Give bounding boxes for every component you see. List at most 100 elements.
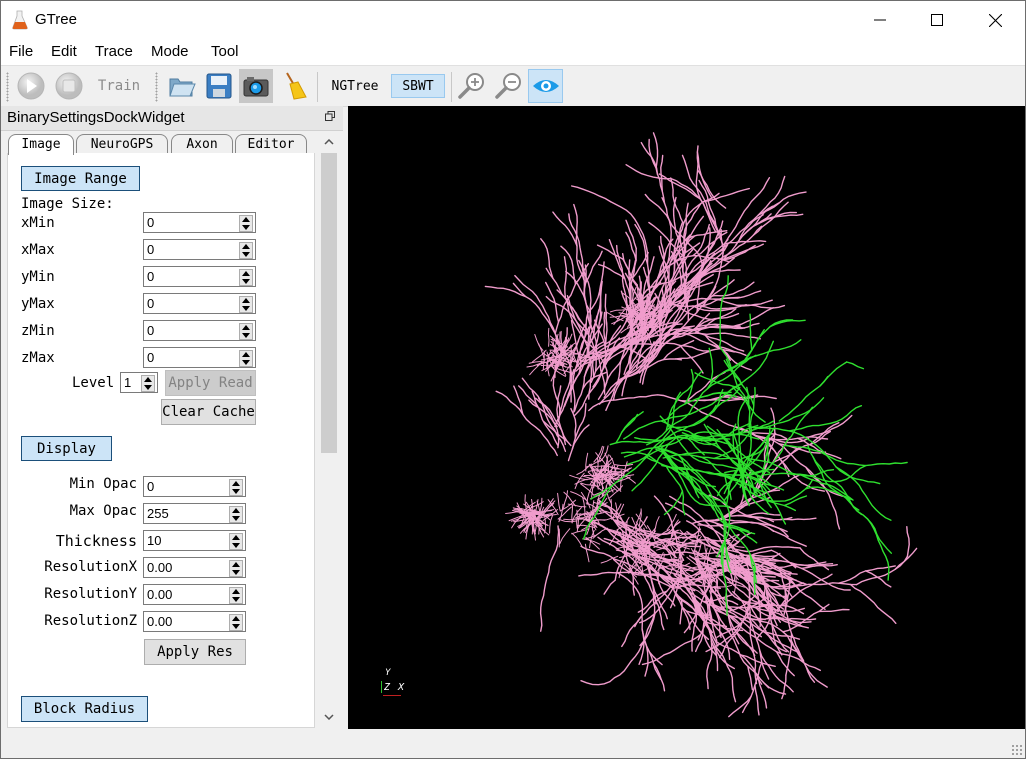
level-label: Level xyxy=(72,375,115,391)
spin-arrows-icon[interactable] xyxy=(239,215,253,232)
xmin-spinbox[interactable]: 0 xyxy=(143,212,256,233)
trace-branch xyxy=(677,297,773,307)
spin-arrows-icon[interactable] xyxy=(229,614,243,631)
scrollbar-thumb[interactable] xyxy=(321,153,337,453)
menu-file[interactable]: File xyxy=(9,43,33,60)
maximize-button[interactable] xyxy=(908,1,966,39)
trace-branch xyxy=(563,256,568,300)
trace-branch xyxy=(625,231,637,262)
neuron-trace-render[interactable] xyxy=(348,106,1025,729)
visibility-toggle[interactable] xyxy=(528,69,563,103)
trace-branch xyxy=(601,477,604,497)
zoom-in-button[interactable] xyxy=(454,69,488,103)
max-opac-spinbox[interactable]: 255 xyxy=(143,503,246,524)
spin-arrows-icon[interactable] xyxy=(239,350,253,367)
stop-button[interactable] xyxy=(52,69,86,103)
zoom-out-icon xyxy=(495,73,521,99)
menu-mode[interactable]: Mode xyxy=(151,43,189,60)
resolution-y-value: 0.00 xyxy=(147,587,173,602)
scroll-down-button[interactable] xyxy=(319,708,339,726)
min-opac-value: 0 xyxy=(147,479,155,494)
dock-scrollbar[interactable] xyxy=(319,133,339,728)
tab-editor[interactable]: Editor xyxy=(235,134,307,154)
image-size-label: Image Size: xyxy=(21,196,114,212)
close-button[interactable] xyxy=(966,1,1024,39)
minimize-button[interactable] xyxy=(851,1,909,39)
spin-arrows-icon[interactable] xyxy=(229,506,243,523)
spin-arrows-icon[interactable] xyxy=(229,533,243,550)
save-button[interactable] xyxy=(202,69,236,103)
menu-tool[interactable]: Tool xyxy=(211,43,239,60)
trace-branch xyxy=(603,579,616,595)
resize-grip[interactable] xyxy=(1011,744,1023,756)
resolution-x-label: ResolutionX xyxy=(44,559,137,575)
trace-branch xyxy=(674,350,712,360)
tab-image[interactable]: Image xyxy=(8,134,74,155)
xmax-spinbox[interactable]: 0 xyxy=(143,239,256,260)
xmax-label: xMax xyxy=(21,242,55,258)
min-opac-spinbox[interactable]: 0 xyxy=(143,476,246,497)
resolution-x-spinbox[interactable]: 0.00 xyxy=(143,557,246,578)
spin-arrows-icon[interactable] xyxy=(141,375,155,392)
spin-arrows-icon[interactable] xyxy=(239,269,253,286)
play-button[interactable] xyxy=(14,69,48,103)
float-dock-icon[interactable] xyxy=(325,111,335,121)
ymax-label: yMax xyxy=(21,296,55,312)
spin-arrows-icon[interactable] xyxy=(229,560,243,577)
spin-arrows-icon[interactable] xyxy=(239,242,253,259)
max-opac-value: 255 xyxy=(147,506,169,521)
zmax-spinbox[interactable]: 0 xyxy=(143,347,256,368)
max-opac-label: Max Opac xyxy=(69,503,137,519)
spin-arrows-icon[interactable] xyxy=(239,323,253,340)
trace-branch xyxy=(557,492,561,512)
ymax-spinbox[interactable]: 0 xyxy=(143,293,256,314)
zoom-out-button[interactable] xyxy=(491,69,525,103)
clear-cache-button[interactable]: Clear Cache xyxy=(161,399,256,425)
tab-neurogps[interactable]: NeuroGPS xyxy=(76,134,168,154)
resolution-y-label: ResolutionY xyxy=(44,586,137,602)
dock-title: BinarySettingsDockWidget xyxy=(7,109,185,126)
trace-branch xyxy=(609,640,645,683)
display-button[interactable]: Display xyxy=(21,436,112,461)
apply-res-button[interactable]: Apply Res xyxy=(144,639,246,665)
trace-branch xyxy=(753,397,825,429)
dock-title-bar[interactable]: BinarySettingsDockWidget xyxy=(1,106,343,131)
ymin-label: yMin xyxy=(21,269,55,285)
scroll-up-button[interactable] xyxy=(319,133,339,151)
trace-branch xyxy=(614,463,634,467)
ngtree-button[interactable]: NGTree xyxy=(327,69,383,103)
menu-edit[interactable]: Edit xyxy=(51,43,77,60)
axis-indicator: Y Z X xyxy=(380,668,410,698)
resolution-y-spinbox[interactable]: 0.00 xyxy=(143,584,246,605)
thickness-value: 10 xyxy=(147,533,162,548)
toolbar-grip[interactable] xyxy=(155,72,158,102)
spin-arrows-icon[interactable] xyxy=(229,479,243,496)
zmin-spinbox[interactable]: 0 xyxy=(143,320,256,341)
spin-arrows-icon[interactable] xyxy=(229,587,243,604)
zmax-value: 0 xyxy=(147,350,155,365)
snapshot-button[interactable] xyxy=(239,69,273,103)
ymin-spinbox[interactable]: 0 xyxy=(143,266,256,287)
tab-axon[interactable]: Axon xyxy=(171,134,233,154)
trace-branch xyxy=(540,238,554,279)
trace-branch xyxy=(763,682,787,695)
image-range-button[interactable]: Image Range xyxy=(21,166,140,191)
spin-arrows-icon[interactable] xyxy=(239,296,253,313)
thickness-spinbox[interactable]: 10 xyxy=(143,530,246,551)
trace-branch xyxy=(559,528,571,545)
status-bar xyxy=(1,730,1025,758)
level-spinbox[interactable]: 1 xyxy=(120,372,158,393)
toolbar-grip[interactable] xyxy=(6,72,9,102)
flask-app-icon xyxy=(12,10,28,30)
trace-branch xyxy=(495,390,521,411)
menu-trace[interactable]: Trace xyxy=(95,43,133,60)
open-button[interactable] xyxy=(165,69,199,103)
block-radius-button[interactable]: Block Radius xyxy=(21,696,148,722)
sbwt-button[interactable]: SBWT xyxy=(391,74,445,98)
3d-viewer[interactable]: Y Z X xyxy=(348,106,1025,729)
clear-button[interactable] xyxy=(277,69,311,103)
resolution-z-spinbox[interactable]: 0.00 xyxy=(143,611,246,632)
ymin-value: 0 xyxy=(147,269,155,284)
apply-read-button[interactable]: Apply Read xyxy=(165,370,256,396)
train-button[interactable]: Train xyxy=(93,69,145,103)
